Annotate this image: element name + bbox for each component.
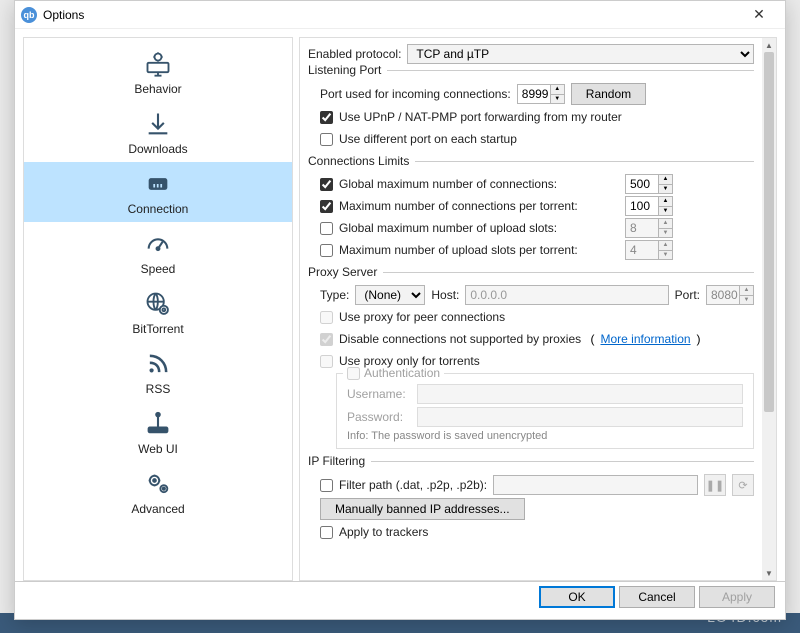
sidebar-item-advanced[interactable]: Advanced	[24, 462, 292, 522]
random-port-button[interactable]: Random	[571, 83, 646, 105]
global-max-conn-spinner[interactable]: ▲▼	[625, 174, 673, 194]
max-upload-per-torrent-label: Maximum number of upload slots per torre…	[339, 243, 619, 257]
apply-trackers-label: Apply to trackers	[339, 525, 428, 539]
rss-icon	[142, 348, 174, 380]
scroll-thumb[interactable]	[764, 52, 774, 412]
vertical-scrollbar[interactable]: ▲ ▼	[762, 38, 776, 580]
spin-down-icon[interactable]: ▼	[550, 95, 564, 104]
options-window: qb Options ✕ Behavior Downloads	[14, 0, 786, 620]
sidebar-item-webui[interactable]: Web UI	[24, 402, 292, 462]
proxy-type-select[interactable]: (None)	[355, 285, 425, 305]
global-max-upload-label: Global maximum number of upload slots:	[339, 221, 619, 235]
sidebar-item-connection[interactable]: Connection	[24, 162, 292, 222]
apply-button[interactable]: Apply	[699, 586, 775, 608]
group-title: Listening Port	[308, 63, 387, 77]
network-icon	[142, 168, 174, 200]
window-title: Options	[43, 8, 739, 22]
auth-username-input	[417, 384, 743, 404]
sidebar-item-bittorrent[interactable]: BitTorrent	[24, 282, 292, 342]
max-upload-per-torrent-checkbox[interactable]	[320, 244, 333, 257]
filter-path-input	[493, 475, 698, 495]
proxy-peer-label: Use proxy for peer connections	[339, 310, 505, 324]
gear-monitor-icon	[142, 48, 174, 80]
sidebar: Behavior Downloads Connection Speed	[23, 37, 293, 581]
group-title: Proxy Server	[308, 265, 383, 279]
global-max-conn-checkbox[interactable]	[320, 178, 333, 191]
close-button[interactable]: ✕	[739, 3, 779, 27]
scroll-down-icon[interactable]: ▼	[762, 566, 776, 580]
ip-filtering-group: IP Filtering Filter path (.dat, .p2p, .p…	[308, 461, 754, 548]
globe-gear-icon	[142, 288, 174, 320]
auth-username-label: Username:	[347, 387, 411, 401]
proxy-host-label: Host:	[431, 288, 459, 302]
settings-panel: Enabled protocol: TCP and µTP Listening …	[300, 38, 762, 580]
auth-title: Authentication	[364, 366, 440, 380]
proxy-port-spinner: ▲▼	[706, 285, 754, 305]
port-spinner[interactable]: ▲▼	[517, 84, 565, 104]
listening-port-group: Listening Port Port used for incoming co…	[308, 70, 754, 155]
router-icon	[142, 408, 174, 440]
sidebar-item-speed[interactable]: Speed	[24, 222, 292, 282]
sidebar-label: Connection	[128, 202, 189, 216]
proxy-host-input	[465, 285, 668, 305]
filter-path-label: Filter path (.dat, .p2p, .p2b):	[339, 478, 487, 492]
max-upload-per-torrent-spinner: ▲▼	[625, 240, 673, 260]
authentication-group: Authentication Username: Password: Info:…	[336, 373, 754, 449]
sidebar-label: RSS	[146, 382, 171, 396]
gauge-icon	[142, 228, 174, 260]
cancel-button[interactable]: Cancel	[619, 586, 695, 608]
upnp-checkbox[interactable]	[320, 111, 333, 124]
app-icon: qb	[21, 7, 37, 23]
auth-password-label: Password:	[347, 410, 411, 424]
group-title: Connections Limits	[308, 154, 415, 168]
filter-path-checkbox[interactable]	[320, 479, 333, 492]
proxy-peer-checkbox	[320, 311, 333, 324]
sidebar-label: Downloads	[128, 142, 187, 156]
max-conn-per-torrent-label: Maximum number of connections per torren…	[339, 199, 619, 213]
global-max-upload-checkbox[interactable]	[320, 222, 333, 235]
different-port-checkbox[interactable]	[320, 133, 333, 146]
enabled-protocol-select[interactable]: TCP and µTP	[407, 44, 754, 64]
group-title: IP Filtering	[308, 454, 371, 468]
gears-icon	[142, 468, 174, 500]
proxy-server-group: Proxy Server Type: (None) Host: Port: ▲▼	[308, 272, 754, 455]
auth-checkbox	[347, 367, 360, 380]
different-port-label: Use different port on each startup	[339, 132, 517, 146]
sidebar-item-downloads[interactable]: Downloads	[24, 102, 292, 162]
refresh-icon: ⟳	[732, 474, 754, 496]
upnp-label: Use UPnP / NAT-PMP port forwarding from …	[339, 110, 622, 124]
scroll-up-icon[interactable]: ▲	[762, 38, 776, 52]
download-icon	[142, 108, 174, 140]
more-information-link[interactable]: More information	[601, 332, 691, 346]
max-conn-per-torrent-checkbox[interactable]	[320, 200, 333, 213]
auth-info-text: Info: The password is saved unencrypted	[347, 430, 743, 442]
global-max-conn-label: Global maximum number of connections:	[339, 177, 619, 191]
sidebar-label: Advanced	[131, 502, 184, 516]
connections-limits-group: Connections Limits Global maximum number…	[308, 161, 754, 266]
proxy-disable-nonproxy-checkbox	[320, 333, 333, 346]
proxy-disable-nonproxy-label: Disable connections not supported by pro…	[339, 332, 581, 346]
apply-trackers-checkbox[interactable]	[320, 526, 333, 539]
titlebar: qb Options ✕	[15, 1, 785, 29]
enabled-protocol-label: Enabled protocol:	[308, 47, 401, 61]
banned-ips-button[interactable]: Manually banned IP addresses...	[320, 498, 525, 520]
pause-icon: ❚❚	[704, 474, 726, 496]
proxy-only-torrents-checkbox	[320, 355, 333, 368]
spin-up-icon[interactable]: ▲	[550, 85, 564, 95]
sidebar-item-rss[interactable]: RSS	[24, 342, 292, 402]
port-label: Port used for incoming connections:	[320, 87, 511, 101]
max-conn-per-torrent-spinner[interactable]: ▲▼	[625, 196, 673, 216]
sidebar-item-behavior[interactable]: Behavior	[24, 42, 292, 102]
sidebar-label: Behavior	[134, 82, 181, 96]
global-max-upload-spinner: ▲▼	[625, 218, 673, 238]
ok-button[interactable]: OK	[539, 586, 615, 608]
proxy-type-label: Type:	[320, 288, 349, 302]
dialog-footer: OK Cancel Apply	[15, 581, 785, 611]
sidebar-label: Speed	[141, 262, 176, 276]
auth-password-input	[417, 407, 743, 427]
proxy-port-label: Port:	[675, 288, 700, 302]
sidebar-label: Web UI	[138, 442, 178, 456]
sidebar-label: BitTorrent	[132, 322, 183, 336]
